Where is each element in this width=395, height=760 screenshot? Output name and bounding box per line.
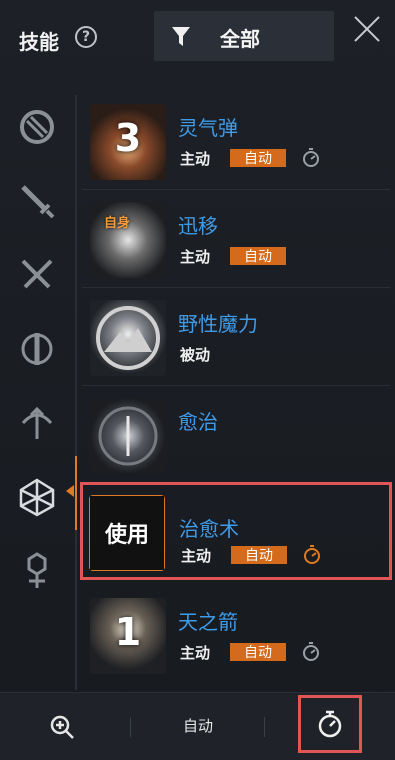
funnel-icon: [172, 27, 190, 46]
zoom-in-icon[interactable]: [48, 713, 76, 741]
use-button[interactable]: 使用: [89, 495, 165, 571]
divider: [264, 717, 265, 737]
auto-badge: 自动: [231, 546, 287, 564]
page-title: 技能: [19, 30, 59, 54]
auto-badge: 自动: [230, 247, 286, 265]
crystal-category-icon[interactable]: [14, 474, 60, 520]
skill-icon: 使用: [89, 495, 165, 571]
timer-icon[interactable]: [302, 642, 320, 662]
divider: [130, 717, 131, 737]
skill-name: 野性魔力: [178, 312, 258, 336]
skill-item-5[interactable]: 1 天之箭 主动 自动: [82, 586, 390, 684]
category-sidebar: [0, 76, 76, 692]
timer-icon[interactable]: [302, 148, 320, 168]
help-icon[interactable]: ?: [75, 26, 97, 48]
skill-name: 天之箭: [178, 610, 238, 634]
skill-icon: 1: [90, 598, 166, 674]
skill-name: 迅移: [178, 214, 218, 238]
stopwatch-icon: [318, 710, 342, 738]
skill-item-1[interactable]: 自身 迅移 主动 自动: [82, 190, 390, 288]
header: 技能 ? 全部: [0, 0, 395, 76]
skill-type: 被动: [180, 346, 211, 364]
skill-icon: 3: [90, 104, 166, 180]
shield-category-icon[interactable]: [14, 326, 60, 372]
orb-category-icon[interactable]: [14, 104, 60, 150]
skill-list: 3 灵气弹 主动 自动 自身 迅移 主动 自动 野性魔力 被动 愈治 使用 治愈…: [80, 92, 392, 690]
skill-icon: [90, 300, 166, 376]
auto-badge: 自动: [230, 149, 286, 167]
timer-button[interactable]: [298, 695, 362, 753]
skill-icon: 自身: [90, 202, 166, 278]
skill-name: 愈治: [178, 410, 218, 434]
crossed-swords-category-icon[interactable]: [14, 252, 60, 298]
skill-icon: [90, 398, 166, 474]
filter-label: 全部: [220, 27, 260, 51]
filter-button[interactable]: 全部: [154, 11, 334, 61]
skill-type: 主动: [180, 644, 211, 662]
skill-level: 1: [114, 610, 142, 654]
skill-panel: 技能 ? 全部 3 灵气弹 主动 自动 自身 迅移 主动 自动 野性魔力 被动 …: [0, 0, 395, 760]
skill-name: 灵气弹: [178, 116, 238, 140]
skill-type: 主动: [180, 150, 211, 168]
skill-item-0[interactable]: 3 灵气弹 主动 自动: [82, 92, 390, 190]
auto-badge: 自动: [230, 643, 286, 661]
wild-mana-icon: [96, 306, 160, 370]
skill-item-3[interactable]: 愈治: [82, 386, 390, 484]
timer-icon[interactable]: [303, 545, 321, 565]
heal-icon: [98, 406, 158, 466]
skill-type: 主动: [180, 248, 211, 266]
sidebar-divider: [75, 95, 77, 690]
close-icon[interactable]: [354, 16, 380, 42]
selected-category-indicator: [75, 456, 77, 530]
skill-name: 治愈术: [179, 517, 239, 541]
selected-arrow-icon: [66, 485, 74, 497]
skill-item-2[interactable]: 野性魔力 被动: [82, 288, 390, 386]
skill-item-4[interactable]: 使用 治愈术 主动 自动: [80, 482, 392, 580]
sword-category-icon[interactable]: [14, 178, 60, 224]
skill-level: 3: [114, 116, 142, 160]
bow-category-icon[interactable]: [14, 400, 60, 446]
bottom-bar: 自动: [0, 692, 395, 760]
auto-button[interactable]: 自动: [168, 715, 228, 736]
skill-type: 主动: [181, 547, 212, 565]
totem-category-icon[interactable]: [14, 548, 60, 594]
self-badge: 自身: [104, 216, 131, 231]
